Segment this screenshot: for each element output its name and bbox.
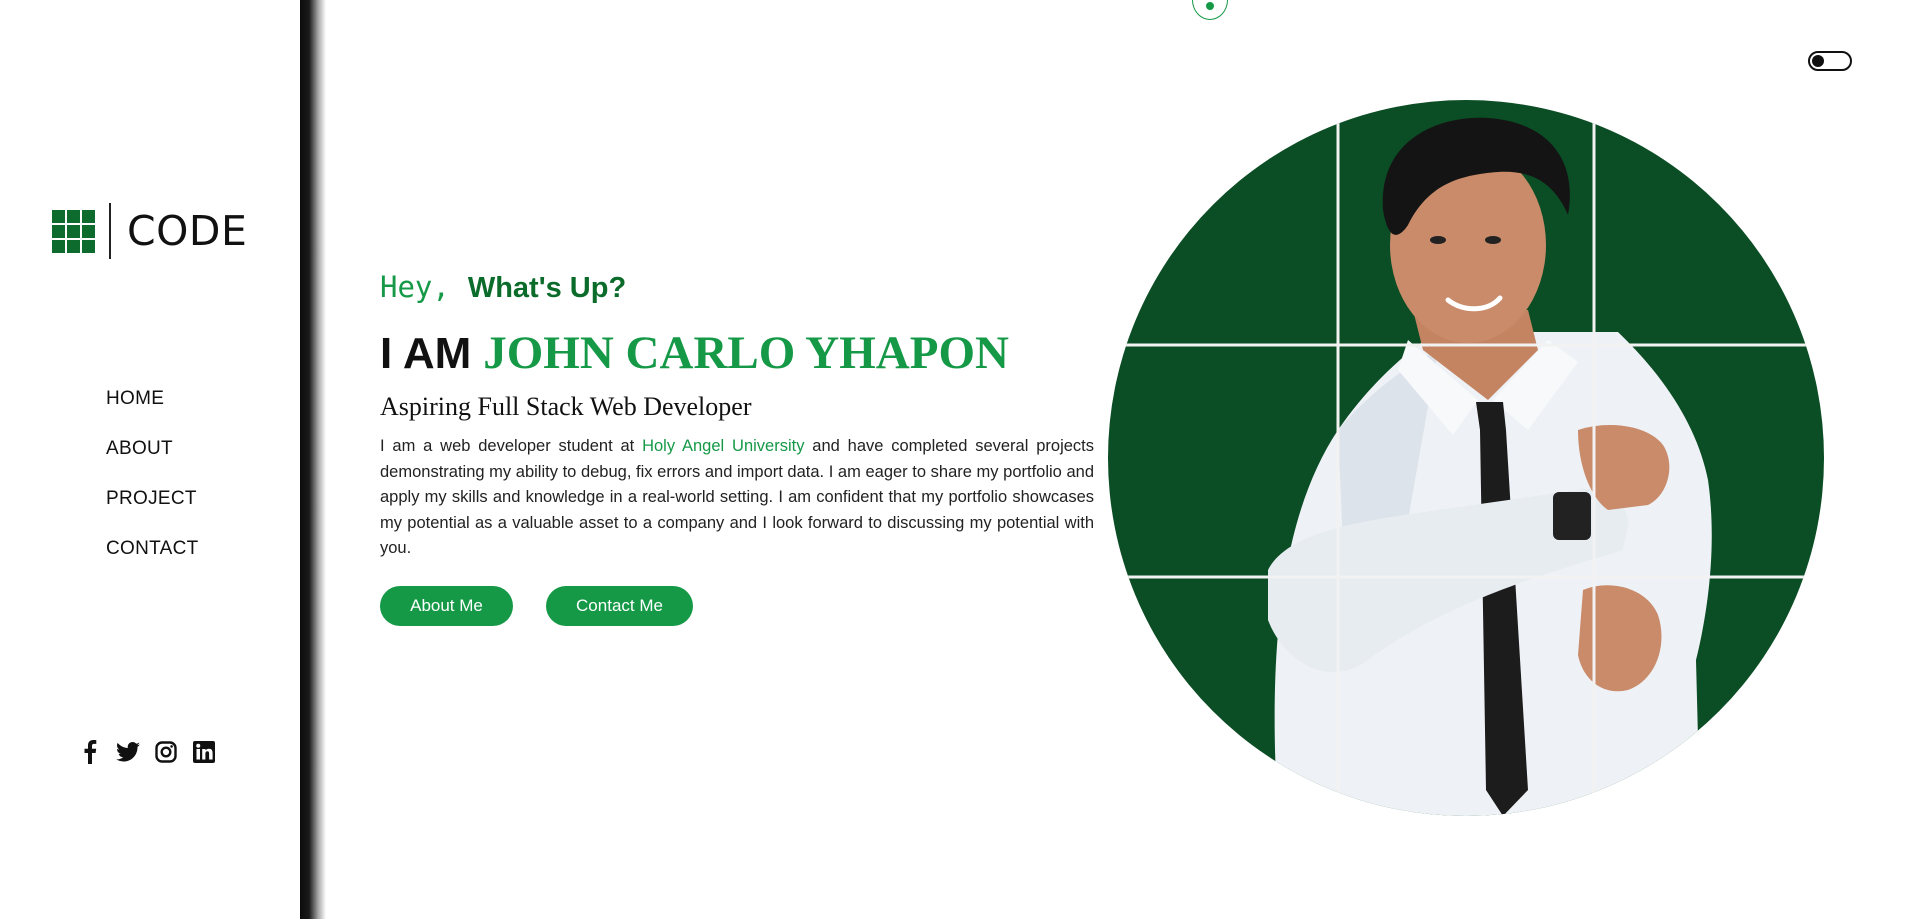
logo-text: CODE <box>127 207 248 255</box>
toggle-knob <box>1812 55 1824 67</box>
twitter-icon[interactable] <box>116 740 140 764</box>
grid-logo-icon <box>52 209 95 253</box>
logo[interactable]: CODE <box>52 203 247 259</box>
profile-portrait <box>1108 100 1824 816</box>
sidebar-shadow <box>300 0 326 919</box>
logo-divider <box>109 203 111 259</box>
nav-item-contact[interactable]: CONTACT <box>106 534 199 584</box>
headline: I AM JOHN CARLO YHAPON <box>380 326 1094 382</box>
facebook-icon[interactable] <box>78 740 102 764</box>
sidebar: CODE HOME ABOUT PROJECT CONTACT <box>0 0 300 919</box>
nav-item-home[interactable]: HOME <box>106 384 199 434</box>
social-links <box>78 740 216 764</box>
role-subtitle: Aspiring Full Stack Web Developer <box>380 392 752 421</box>
hero-buttons: About Me Contact Me <box>380 585 1094 626</box>
university-link[interactable]: Holy Angel University <box>642 437 804 455</box>
scroll-indicator[interactable] <box>1192 0 1228 20</box>
linkedin-icon[interactable] <box>192 740 216 764</box>
main-nav: HOME ABOUT PROJECT CONTACT <box>106 384 199 584</box>
theme-toggle[interactable] <box>1808 51 1852 71</box>
about-me-button[interactable]: About Me <box>380 585 513 626</box>
nav-item-about[interactable]: ABOUT <box>106 434 199 484</box>
contact-me-button[interactable]: Contact Me <box>546 585 693 626</box>
greeting-whats-up: What's Up? <box>467 272 627 304</box>
headline-prefix: I AM <box>380 329 472 378</box>
greeting: Hey, What's Up? <box>380 270 1094 314</box>
nav-item-project[interactable]: PROJECT <box>106 484 199 534</box>
headline-name: JOHN CARLO YHAPON <box>483 327 1009 379</box>
greeting-hey: Hey, <box>380 270 450 304</box>
instagram-icon[interactable] <box>154 740 178 764</box>
hero-section: Hey, What's Up? I AM JOHN CARLO YHAPON A… <box>380 270 1094 626</box>
bio-paragraph: I am a web developer student at Holy Ang… <box>380 437 1094 557</box>
